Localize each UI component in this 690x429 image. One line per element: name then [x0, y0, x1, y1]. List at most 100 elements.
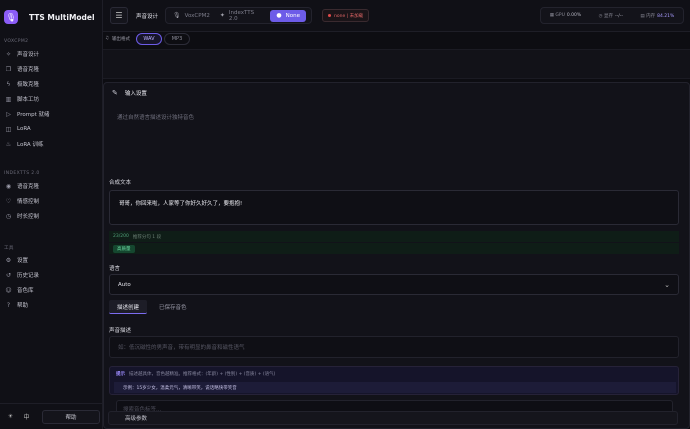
model-icon: ●: [276, 12, 282, 19]
tab-saved-voices[interactable]: 已保存音色: [151, 300, 195, 314]
language-label: 语言: [109, 266, 121, 272]
microphone-icon: 🎙: [4, 10, 18, 24]
sidebar-item-label: 帮助: [17, 303, 29, 309]
tip-text: 描述越具体，音色越精准。推荐格式：(年龄) + (性别) + (音质) + (语…: [129, 372, 276, 377]
heart-icon: ♡: [5, 197, 12, 205]
format-row: ♫ 输出格式: [103, 32, 690, 45]
layers-icon: ◫: [5, 125, 12, 133]
sidebar-item-label: Prompt 就绪: [17, 112, 50, 118]
sidebar-item-label: 时长控制: [17, 214, 40, 220]
quality-tag-row: 高质量: [109, 243, 679, 254]
sidebar-item-label: 历史记录: [17, 273, 40, 279]
sidebar-item[interactable]: ☺ 音色库: [4, 283, 100, 297]
status-text: none | 未加载: [334, 13, 364, 19]
toolbar-band: [103, 49, 690, 79]
system-metrics: ▦ GPU 0.00% ◷ 显存 --/-- ▤ 内存 84.21%: [540, 7, 684, 24]
metric-value: --/--: [614, 13, 623, 19]
tip-example: 示例：15岁少女，温柔元气，清晰带笑，说话略快带笑音: [114, 382, 676, 393]
tip-title: 提示: [116, 372, 125, 377]
sidebar-item[interactable]: ◉ 语音克隆: [4, 179, 100, 193]
gear-icon: ⚙: [5, 256, 12, 264]
sidebar-item[interactable]: ▥ 脚本工坊: [4, 92, 100, 106]
metric-value: 84.21%: [657, 13, 675, 19]
model-tab-label: None: [285, 12, 300, 19]
user-icon: ☺: [5, 286, 12, 294]
sidebar-item[interactable]: ▷ Prompt 就绪: [4, 107, 100, 121]
sidebar-item-label: 情感控制: [17, 199, 40, 205]
sidebar-item-label: 声音设计: [17, 52, 40, 58]
synthesis-text-input[interactable]: 哥哥，你回来啦，人家等了你好久好久了，要抱抱!: [109, 190, 679, 225]
menu-icon[interactable]: ☰: [110, 7, 128, 24]
status-badge: none | 未加载: [322, 9, 370, 22]
advanced-params-toggle[interactable]: 高级参数: [108, 411, 678, 425]
sidebar-item[interactable]: ♡ 情感控制: [4, 194, 100, 208]
panel-title: 输入设置: [124, 91, 147, 97]
flame-icon: ♨: [5, 140, 12, 148]
status-dot-icon: [328, 14, 331, 17]
book-icon: ▥: [5, 95, 12, 103]
format-mp3-button[interactable]: MP3: [164, 33, 190, 45]
help-icon: ?: [6, 301, 11, 309]
format-label: 输出格式: [112, 36, 131, 42]
panel-header: ✎ 输入设置: [112, 89, 147, 97]
model-tab-label: IndexTTS 2.0: [228, 9, 255, 22]
voice-tabs: 描述创建 已保存音色: [109, 300, 199, 314]
sidebar-item[interactable]: ϟ 极致克隆: [4, 77, 100, 91]
voice-desc-label: 声音描述: [109, 328, 132, 334]
metric-label: 显存: [603, 13, 613, 19]
sidebar-item[interactable]: ♨ LoRA 训练: [4, 137, 100, 151]
topbar: ☰ 声音设计 🎙 VoxCPM2 ✦ IndexTTS 2.0 ● None none |…: [103, 0, 690, 32]
sidebar-item[interactable]: ? 帮助: [4, 298, 100, 312]
metric: ◷ 显存 --/--: [599, 13, 623, 19]
main-content: ♫ 输出格式 WAV MP3 ✎ 输入设置 通过自然语言描述设计独特音色 合成文…: [103, 32, 690, 429]
sidebar-item-label: 语音克隆: [17, 184, 40, 190]
metric: ▤ 内存 84.21%: [640, 13, 674, 19]
app-title: TTS MultiModel: [29, 12, 95, 22]
model-switcher: 🎙 VoxCPM2 ✦ IndexTTS 2.0 ● None: [165, 7, 312, 24]
metric-label: 内存: [646, 13, 656, 19]
sidebar-item-label: 脚本工坊: [17, 97, 40, 103]
char-count: 23/200: [113, 234, 129, 239]
music-icon: ♫: [105, 36, 110, 41]
play-icon: ▷: [6, 110, 11, 118]
sidebar-item-label: LoRA 训练: [17, 142, 44, 148]
language-toggle[interactable]: 中: [20, 410, 33, 423]
model-tab-label: VoxCPM2: [184, 12, 210, 19]
sidebar-item-label: 设置: [17, 258, 29, 264]
tab-describe[interactable]: 描述创建: [109, 300, 148, 314]
tip-line: 提示 描述越具体，音色越精准。推荐格式：(年龄) + (性别) + (音质) + …: [116, 371, 275, 377]
app-logo: 🎙 TTS MultiModel: [4, 7, 95, 27]
quality-tag: 高质量: [113, 244, 135, 253]
copy-icon: ❐: [5, 65, 12, 73]
input-settings-panel: ✎ 输入设置 通过自然语言描述设计独特音色 合成文本 哥哥，你回来啦，人家等了你…: [103, 82, 690, 429]
sidebar: 🎙 TTS MultiModel VOXCPM2 ✧ 声音设计 ❐ 语音克隆 ϟ 极致克隆 ▥…: [0, 0, 103, 429]
metric-label: GPU: [555, 13, 565, 18]
language-select[interactable]: Auto ⌄: [109, 274, 679, 295]
bolt-icon: ϟ: [6, 80, 11, 88]
metric: ▦ GPU 0.00%: [550, 13, 581, 18]
sidebar-item-label: LoRA: [17, 126, 31, 132]
clock-icon: ◷: [5, 212, 12, 220]
model-tab[interactable]: ● None: [270, 9, 306, 22]
sidebar-item-label: 音色库: [17, 288, 34, 294]
sidebar-section-title: INDEXTTS 2.0: [4, 171, 40, 176]
theme-toggle-icon[interactable]: ☀: [4, 410, 17, 423]
chevron-down-icon: ⌄: [664, 280, 670, 289]
sidebar-item[interactable]: ✧ 声音设计: [4, 47, 100, 61]
help-button[interactable]: 帮助: [42, 409, 100, 424]
model-tab[interactable]: ✦ IndexTTS 2.0: [216, 10, 269, 22]
model-tab[interactable]: 🎙 VoxCPM2: [169, 10, 214, 22]
sidebar-item-label: 极致克隆: [17, 82, 40, 88]
sidebar-item[interactable]: ◫ LoRA: [4, 122, 100, 136]
sidebar-item-label: 语音克隆: [17, 67, 40, 73]
text-label: 合成文本: [109, 180, 132, 186]
sidebar-item[interactable]: ↺ 历史记录: [4, 268, 100, 282]
sidebar-item[interactable]: ❐ 语音克隆: [4, 62, 100, 76]
sidebar-item[interactable]: ⚙ 设置: [4, 253, 100, 267]
format-wav-button[interactable]: WAV: [136, 33, 162, 45]
sidebar-item[interactable]: ◷ 时长控制: [4, 209, 100, 223]
edit-icon: ✎: [112, 89, 118, 97]
voice-description-input[interactable]: 如：低沉磁性的男声音，带有明显的鼻音和磁性语气: [109, 336, 679, 358]
sparkle-icon: ✧: [5, 50, 12, 58]
tip-box: 提示 描述越具体，音色越精准。推荐格式：(年龄) + (性别) + (音质) + …: [109, 366, 679, 395]
